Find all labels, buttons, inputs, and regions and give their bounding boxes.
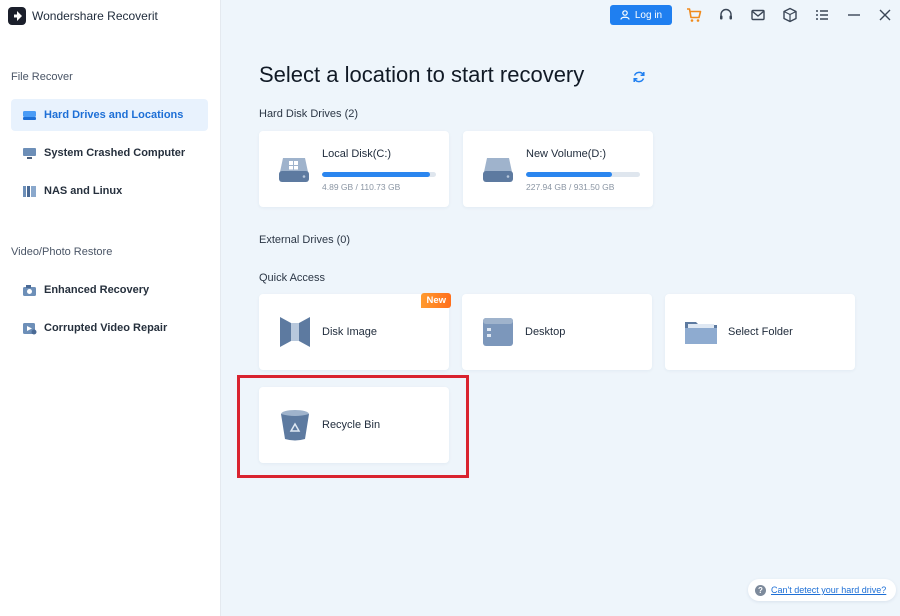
quick-access-desktop[interactable]: Desktop bbox=[462, 294, 652, 370]
sidebar-item-label: Corrupted Video Repair bbox=[44, 322, 168, 334]
drive-usage-bar bbox=[526, 172, 640, 177]
drive-usage-fill bbox=[322, 172, 431, 177]
camera-icon bbox=[22, 284, 37, 297]
close-icon[interactable] bbox=[877, 7, 893, 23]
hard-disk-drives-label: Hard Disk Drives (2) bbox=[259, 108, 359, 120]
folder-icon bbox=[685, 322, 717, 344]
headset-icon[interactable] bbox=[718, 7, 734, 23]
quick-access-label: Disk Image bbox=[322, 326, 378, 338]
drive-usage-fill bbox=[526, 172, 612, 177]
cant-detect-drive-link[interactable]: Can't detect your hard drive? bbox=[771, 585, 886, 595]
app-name: Wondershare Recoverit bbox=[32, 9, 158, 23]
help-pill[interactable]: ? Can't detect your hard drive? bbox=[748, 579, 896, 601]
windows-drive-icon bbox=[279, 158, 309, 182]
page-title: Select a location to start recovery bbox=[259, 62, 585, 87]
sidebar: Wondershare Recoverit File Recover Hard … bbox=[0, 0, 221, 616]
menu-icon[interactable] bbox=[814, 7, 830, 23]
video-repair-icon bbox=[22, 322, 37, 335]
drive-size: 4.89 GB / 110.73 GB bbox=[322, 182, 401, 192]
recycle-bin-icon bbox=[281, 410, 309, 441]
external-drives-label: External Drives (0) bbox=[259, 234, 351, 246]
drive-name: New Volume(D:) bbox=[526, 148, 607, 160]
sidebar-item-label: NAS and Linux bbox=[44, 185, 123, 197]
quick-access-label: Recycle Bin bbox=[322, 419, 381, 431]
desktop-icon bbox=[483, 318, 513, 346]
sidebar-item-label: Enhanced Recovery bbox=[44, 284, 150, 296]
sidebar-item-label: Hard Drives and Locations bbox=[44, 109, 184, 121]
sidebar-item-enhanced-recovery[interactable]: Enhanced Recovery bbox=[11, 274, 208, 306]
recoverit-logo-icon bbox=[8, 7, 26, 25]
quick-access-disk-image[interactable]: Disk Image New bbox=[259, 293, 451, 370]
mail-icon[interactable] bbox=[750, 7, 766, 23]
sidebar-item-nas-linux[interactable]: NAS and Linux bbox=[11, 175, 208, 207]
quick-access-recycle-bin[interactable]: Recycle Bin bbox=[259, 387, 449, 463]
section-file-recover: File Recover bbox=[11, 71, 73, 83]
nas-icon bbox=[22, 185, 37, 198]
sidebar-item-hard-drives[interactable]: Hard Drives and Locations bbox=[11, 99, 208, 131]
drive-size: 227.94 GB / 931.50 GB bbox=[526, 182, 615, 192]
drive-name: Local Disk(C:) bbox=[322, 148, 392, 160]
refresh-icon[interactable] bbox=[632, 70, 646, 84]
quick-access-label: Quick Access bbox=[259, 272, 326, 284]
quick-access-label: Desktop bbox=[525, 326, 566, 338]
sidebar-item-video-repair[interactable]: Corrupted Video Repair bbox=[11, 312, 208, 344]
section-video-photo-restore: Video/Photo Restore bbox=[11, 246, 113, 258]
box-icon[interactable] bbox=[782, 7, 798, 23]
login-label: Log in bbox=[634, 9, 663, 21]
sidebar-item-system-crashed[interactable]: System Crashed Computer bbox=[11, 137, 208, 169]
new-badge: New bbox=[421, 293, 451, 308]
hard-drive-icon bbox=[483, 158, 513, 182]
drive-usage-bar bbox=[322, 172, 436, 177]
sidebar-item-label: System Crashed Computer bbox=[44, 147, 186, 159]
app-title-bar: Wondershare Recoverit bbox=[8, 6, 158, 26]
question-icon: ? bbox=[755, 584, 766, 596]
monitor-icon bbox=[22, 147, 37, 160]
drive-card-local-disk-c[interactable]: Local Disk(C:) 4.89 GB / 110.73 GB bbox=[259, 131, 449, 207]
disk-image-icon bbox=[280, 317, 310, 347]
minimize-icon[interactable] bbox=[846, 7, 862, 23]
user-icon bbox=[620, 10, 630, 20]
login-button[interactable]: Log in bbox=[610, 5, 672, 25]
drive-card-new-volume-d[interactable]: New Volume(D:) 227.94 GB / 931.50 GB bbox=[463, 131, 653, 207]
hard-drive-icon bbox=[22, 109, 37, 122]
quick-access-label: Select Folder bbox=[728, 326, 793, 338]
cart-icon[interactable] bbox=[686, 7, 702, 23]
quick-access-select-folder[interactable]: Select Folder bbox=[665, 294, 855, 370]
